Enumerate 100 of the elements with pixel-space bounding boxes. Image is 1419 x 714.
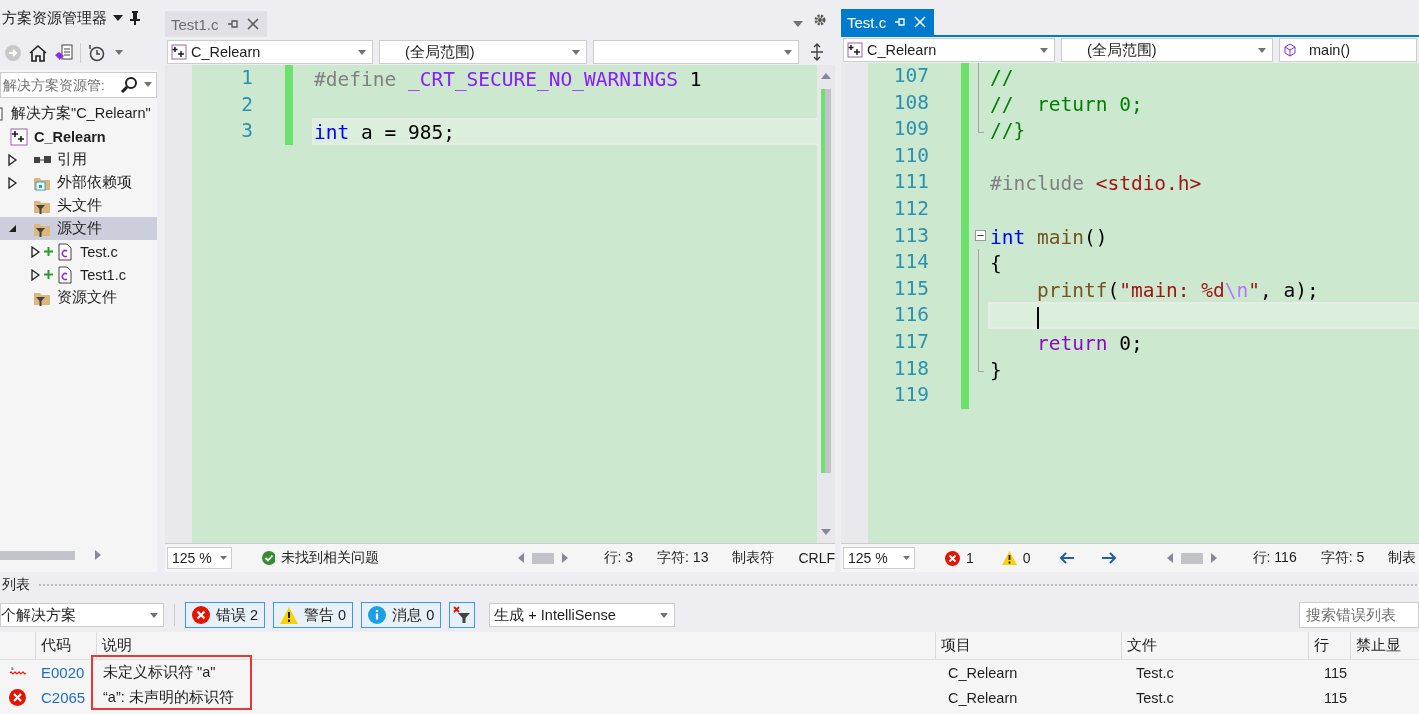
collapse-icon[interactable]: [7, 224, 17, 233]
filter-toggle[interactable]: 消息 0: [361, 602, 442, 628]
member-dropdown[interactable]: main(): [1279, 38, 1417, 62]
scope-dropdown[interactable]: (全局范围): [379, 40, 587, 64]
line-number: 107: [892, 63, 929, 89]
filter-toggle[interactable]: 警告 0: [273, 602, 354, 628]
line-number: 109: [892, 116, 929, 143]
table-cell-text: C_Relearn: [947, 663, 1019, 683]
scope-dropdown[interactable]: 个解决方案: [0, 603, 164, 627]
editor-tab[interactable]: Test1.c: [165, 11, 267, 37]
project-dropdown[interactable]: C_Relearn: [167, 40, 373, 64]
expand-icon[interactable]: [7, 176, 17, 189]
expand-icon[interactable]: [30, 268, 40, 281]
search-icon[interactable]: [120, 76, 138, 94]
warning-icon: [280, 606, 299, 624]
search-field[interactable]: 搜索错误列表: [1299, 602, 1419, 628]
line-position[interactable]: 行: 3: [603, 549, 634, 567]
zoom-dropdown[interactable]: 125 %: [843, 547, 915, 569]
scrollbar-thumb[interactable]: [0, 550, 75, 560]
search-field[interactable]: 解决方案资源管:: [0, 72, 157, 98]
project-dropdown[interactable]: C_Relearn: [843, 38, 1055, 62]
source-dropdown[interactable]: 生成 + IntelliSense: [489, 603, 676, 627]
check-icon: [262, 551, 275, 565]
scroll-up-icon[interactable]: [821, 73, 831, 79]
column-header[interactable]: 禁止显: [1349, 632, 1419, 659]
c-file-icon: [56, 242, 74, 261]
scrollbar-thumb[interactable]: [821, 89, 831, 473]
collapse-icon[interactable]: [974, 230, 986, 242]
table-cell-text: 115: [1323, 663, 1349, 683]
split-icon[interactable]: [809, 43, 825, 61]
tree-item[interactable]: 源文件: [0, 217, 157, 240]
line-number: 115: [892, 275, 929, 302]
error-code-link[interactable]: C2065: [41, 689, 86, 706]
error-icon: [192, 606, 210, 624]
indent-mode[interactable]: 制表符: [732, 549, 775, 567]
table-cell-text: 115: [1323, 688, 1349, 708]
home-icon[interactable]: [28, 43, 48, 63]
line-number: 1: [240, 65, 253, 91]
warning-icon: [1001, 551, 1017, 565]
column-header[interactable]: 代码: [34, 632, 97, 659]
line-ending[interactable]: CRLF: [798, 550, 835, 566]
filter-toggle[interactable]: 错误 2: [185, 602, 266, 628]
line-number: 110: [892, 142, 929, 169]
scroll-right-icon[interactable]: [95, 550, 101, 560]
scroll-down-icon[interactable]: [821, 529, 831, 535]
column-header[interactable]: 文件: [1121, 632, 1308, 659]
column-header[interactable]: 行: [1307, 632, 1350, 659]
line-number: 3: [240, 118, 253, 145]
dropdown-icon[interactable]: [113, 14, 123, 22]
code-line: // return 0;: [989, 91, 1144, 117]
scroll-left-icon[interactable]: [1166, 553, 1173, 563]
tree-item[interactable]: 引用: [0, 148, 157, 171]
table-cell-text: C_Relearn: [947, 688, 1019, 708]
pin-icon[interactable]: [129, 10, 141, 26]
tree-item[interactable]: 解决方案"C_Relearn": [0, 102, 157, 125]
tree-item[interactable]: C_Relearn: [0, 125, 157, 148]
warning-count[interactable]: 0: [1022, 550, 1031, 566]
scope-dropdown[interactable]: (全局范围): [1061, 38, 1273, 62]
forward-arrow-icon[interactable]: [1100, 552, 1117, 564]
table-cell-text: Test.c: [1135, 663, 1175, 683]
panel-title: 方案资源管理器: [2, 8, 107, 28]
clear-filter-button[interactable]: [449, 602, 476, 628]
error-count[interactable]: 1: [966, 550, 974, 566]
column-position[interactable]: 字符: 5: [1320, 549, 1365, 567]
tree-item[interactable]: 头文件: [0, 194, 157, 217]
column-header[interactable]: 说明: [96, 632, 935, 659]
tree-item[interactable]: 外部依赖项: [0, 171, 157, 194]
scrollbar-thumb[interactable]: [531, 552, 554, 564]
expand-icon[interactable]: [7, 153, 17, 166]
line-number: 111: [892, 169, 929, 196]
close-icon[interactable]: [246, 18, 259, 30]
line-number: 114: [892, 249, 929, 276]
indent-mode[interactable]: 制表: [1388, 549, 1417, 567]
column-position[interactable]: 字符: 13: [657, 549, 709, 567]
code-line: //: [989, 65, 1015, 90]
tree-item[interactable]: Test1.c: [0, 263, 157, 286]
back-arrow-icon[interactable]: [1058, 552, 1075, 564]
issues-status[interactable]: 未找到相关问题: [280, 549, 379, 567]
c-file-icon: [56, 265, 74, 284]
line-number: 112: [892, 195, 929, 222]
tree-item[interactable]: 资源文件: [0, 286, 157, 309]
scrollbar-thumb[interactable]: [1180, 552, 1203, 564]
error-description: 未定义标识符 "a": [102, 663, 217, 682]
code-line: #define _CRT_SECURE_NO_WARNINGS 1: [313, 67, 703, 92]
settings-icon[interactable]: [813, 13, 827, 27]
line-position[interactable]: 行: 116: [1252, 549, 1297, 567]
code-line: printf("main: %d\n", a);: [1035, 277, 1320, 303]
line-number: 118: [892, 355, 929, 382]
tree-item[interactable]: Test.c: [0, 240, 157, 263]
solution-view-icon[interactable]: [54, 43, 74, 63]
expand-icon[interactable]: [30, 245, 40, 258]
scroll-right-icon[interactable]: [561, 553, 568, 563]
zoom-dropdown[interactable]: 125 %: [167, 547, 233, 569]
scroll-left-icon[interactable]: [517, 553, 524, 563]
error-code-link[interactable]: E0020: [41, 664, 85, 681]
column-header[interactable]: 项目: [934, 632, 1122, 659]
line-number: 119: [892, 382, 929, 409]
scroll-right-icon[interactable]: [1210, 553, 1217, 563]
error-icon: [945, 550, 960, 566]
code-line: #include <stdio.h>: [989, 171, 1203, 196]
